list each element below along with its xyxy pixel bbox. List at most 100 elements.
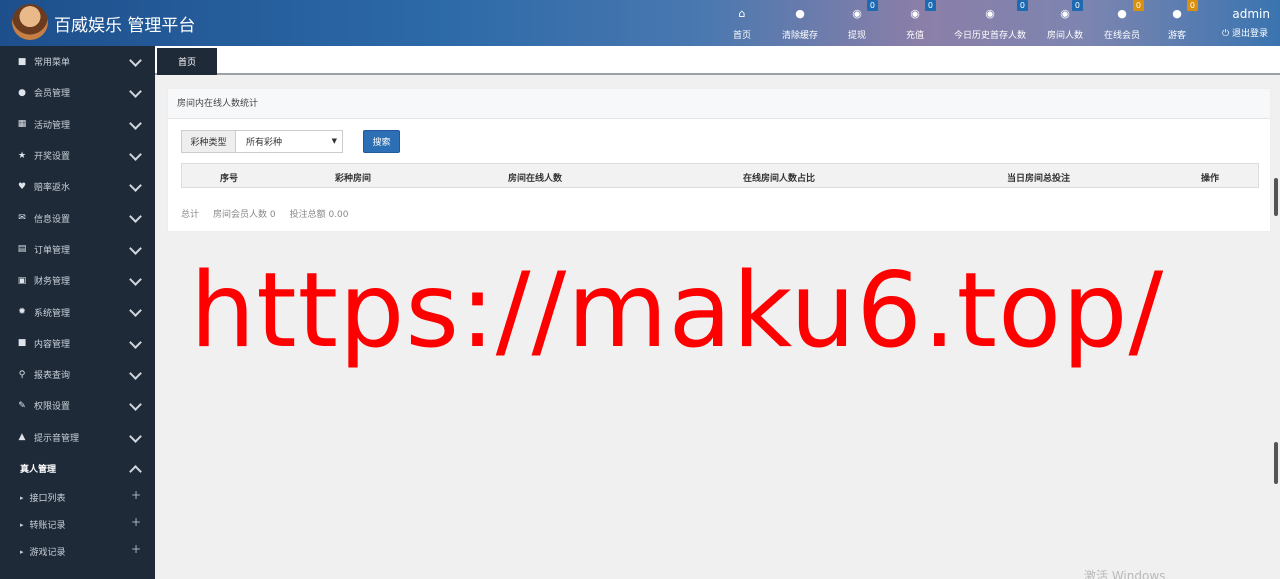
online-member-icon: ● — [1117, 6, 1127, 20]
nav-room-count[interactable]: ◉ 房间人数 0 — [1047, 0, 1084, 41]
clear-cache-icon: ● — [795, 6, 805, 20]
column-header-online-ratio: 在线房间人数占比 — [743, 174, 816, 184]
url-overlay-text: https://maku6.top/ — [190, 251, 1165, 371]
room-count-icon: ◉ — [1060, 6, 1070, 20]
sidebar-item-draw-settings[interactable]: ★ 开奖设置 — [0, 140, 155, 171]
top-header: 百威娱乐 管理平台 ⌂ 首页 ● 清除缓存 ◉ 提现 0 ◉ 充值 0 ◉ 今日… — [0, 0, 1280, 46]
scrollbar-thumb-secondary[interactable] — [1274, 442, 1278, 484]
os-activation-watermark: 激活 Windows — [1084, 569, 1166, 579]
lottery-type-select[interactable]: 所有彩种 ▼ — [236, 130, 343, 153]
column-header-index: 序号 — [220, 174, 239, 184]
mail-icon: ✉ — [18, 213, 26, 224]
chevron-down-icon — [129, 367, 142, 380]
caret-down-icon: ▼ — [331, 137, 337, 145]
chevron-down-icon — [129, 179, 142, 193]
nav-online-member[interactable]: ● 在线会员 0 — [1104, 0, 1145, 41]
sidebar-item-finance[interactable]: ▣ 财务管理 — [0, 265, 155, 296]
sidebar-item-activities[interactable]: ▦ 活动管理 — [0, 109, 155, 140]
member-icon: ● — [18, 87, 26, 98]
sidebar-subitem-api-list[interactable]: ▸ 接口列表 + — [0, 484, 155, 511]
column-header-actions: 操作 — [1201, 174, 1220, 184]
tab-home[interactable]: 首页 — [157, 48, 217, 75]
sidebar-item-info-settings[interactable]: ✉ 信息设置 — [0, 202, 155, 233]
chevron-down-icon — [129, 241, 142, 255]
sidebar-subitem-transfer-records[interactable]: ▸ 转账记录 + — [0, 511, 155, 538]
nav-recharge[interactable]: ◉ 充值 0 — [906, 0, 937, 41]
sidebar-group-live[interactable]: 真人管理 — [0, 453, 155, 484]
chevron-down-icon — [129, 273, 142, 286]
bell-icon: ▲ — [18, 432, 26, 443]
sidebar-item-system[interactable]: ✹ 系统管理 — [0, 296, 155, 327]
stats-table-header: 序号 彩种房间 房间在线人数 在线房间人数占比 当日房间总投注 操作 — [181, 163, 1259, 188]
scrollbar-thumb[interactable] — [1274, 178, 1278, 216]
nav-home[interactable]: ⌂ 首页 — [733, 6, 751, 42]
withdraw-icon: ◉ — [852, 6, 862, 20]
guest-icon: ● — [1172, 6, 1182, 20]
room-count-badge: 0 — [1071, 0, 1084, 11]
chevron-down-icon — [129, 85, 142, 99]
guest-badge: 0 — [1186, 0, 1199, 11]
chevron-down-icon — [129, 429, 142, 443]
star-icon: ★ — [17, 150, 27, 161]
nav-guest[interactable]: ● 游客 0 — [1168, 0, 1199, 41]
first-deposit-badge: 0 — [1016, 0, 1029, 11]
current-user[interactable]: admin — [1232, 7, 1270, 21]
nav-withdraw[interactable]: ◉ 提现 0 — [848, 0, 879, 41]
sidebar-item-odds-rebate[interactable]: ♥ 赔率返水 — [0, 171, 155, 202]
finance-icon: ▣ — [17, 275, 27, 286]
panel-title: 房间内在线人数统计 — [168, 89, 1270, 119]
sidebar-subitem-game-records[interactable]: ▸ 游戏记录 + — [0, 538, 155, 565]
calendar-icon: ▦ — [17, 119, 27, 130]
chevron-down-icon — [129, 148, 142, 161]
stats-summary: 总计 房间会员人数 0 投注总额 0.00 — [181, 207, 349, 220]
triangle-right-icon: ▸ — [20, 547, 24, 556]
sidebar-item-sound[interactable]: ▲ 提示音管理 — [0, 422, 155, 453]
search-button[interactable]: 搜索 — [363, 130, 400, 153]
chevron-down-icon — [129, 210, 142, 224]
summary-member-count: 房间会员人数 0 — [213, 210, 276, 220]
recharge-icon: ◉ — [910, 6, 920, 20]
chevron-up-icon — [129, 464, 142, 478]
summary-total-label: 总计 — [181, 210, 200, 220]
heart-icon: ♥ — [17, 181, 27, 192]
nav-clear-cache[interactable]: ● 清除缓存 — [782, 6, 818, 42]
tab-bar: 首页 — [155, 46, 1280, 75]
filter-label: 彩种类型 — [181, 130, 236, 153]
chevron-down-icon — [129, 304, 142, 318]
search-icon: ⚲ — [18, 369, 26, 380]
summary-bet-total: 投注总额 0.00 — [289, 210, 349, 220]
online-member-badge: 0 — [1132, 0, 1145, 11]
sidebar-item-content[interactable]: ■ 内容管理 — [0, 328, 155, 359]
plus-icon[interactable]: + — [131, 488, 141, 502]
plus-icon[interactable]: + — [131, 515, 141, 529]
chevron-down-icon — [129, 398, 142, 412]
first-deposit-icon: ◉ — [985, 6, 995, 20]
withdraw-badge: 0 — [866, 0, 879, 11]
sidebar-item-orders[interactable]: ▤ 订单管理 — [0, 234, 155, 265]
chevron-down-icon — [129, 335, 142, 349]
triangle-right-icon: ▸ — [20, 520, 24, 529]
order-icon: ▤ — [17, 244, 27, 255]
lottery-type-filter: 彩种类型 所有彩种 ▼ — [181, 130, 343, 153]
content-icon: ■ — [17, 338, 27, 349]
sidebar-item-common[interactable]: ■ 常用菜单 — [0, 46, 155, 77]
sidebar-item-members[interactable]: ● 会员管理 — [0, 77, 155, 108]
chevron-down-icon — [129, 116, 142, 130]
sidebar-item-reports[interactable]: ⚲ 报表查询 — [0, 359, 155, 390]
sidebar: ■ 常用菜单 ● 会员管理 ▦ 活动管理 ★ 开奖设置 ♥ 赔率返水 ✉ 信息设置 ▤ 订单管… — [0, 46, 155, 579]
logo-avatar-icon — [12, 4, 48, 40]
room-online-stats-panel: 房间内在线人数统计 彩种类型 所有彩种 ▼ 搜索 序号 彩种房间 房间在线人数 … — [167, 88, 1271, 232]
triangle-right-icon: ▸ — [20, 493, 24, 502]
column-header-room: 彩种房间 — [335, 174, 372, 184]
nav-first-deposit[interactable]: ◉ 今日历史首存人数 0 — [954, 0, 1029, 41]
sidebar-item-permissions[interactable]: ✎ 权限设置 — [0, 390, 155, 421]
logout-link[interactable]: ⏻ 退出登录 — [1222, 26, 1268, 39]
wrench-icon: ✎ — [18, 400, 26, 411]
column-header-online-count: 房间在线人数 — [508, 174, 563, 184]
plus-icon[interactable]: + — [131, 542, 141, 556]
column-header-daily-bets: 当日房间总投注 — [1007, 174, 1071, 184]
home-icon: ⌂ — [738, 6, 746, 20]
recharge-badge: 0 — [924, 0, 937, 11]
chevron-down-icon — [129, 54, 142, 67]
settings-icon: ✹ — [18, 307, 26, 318]
